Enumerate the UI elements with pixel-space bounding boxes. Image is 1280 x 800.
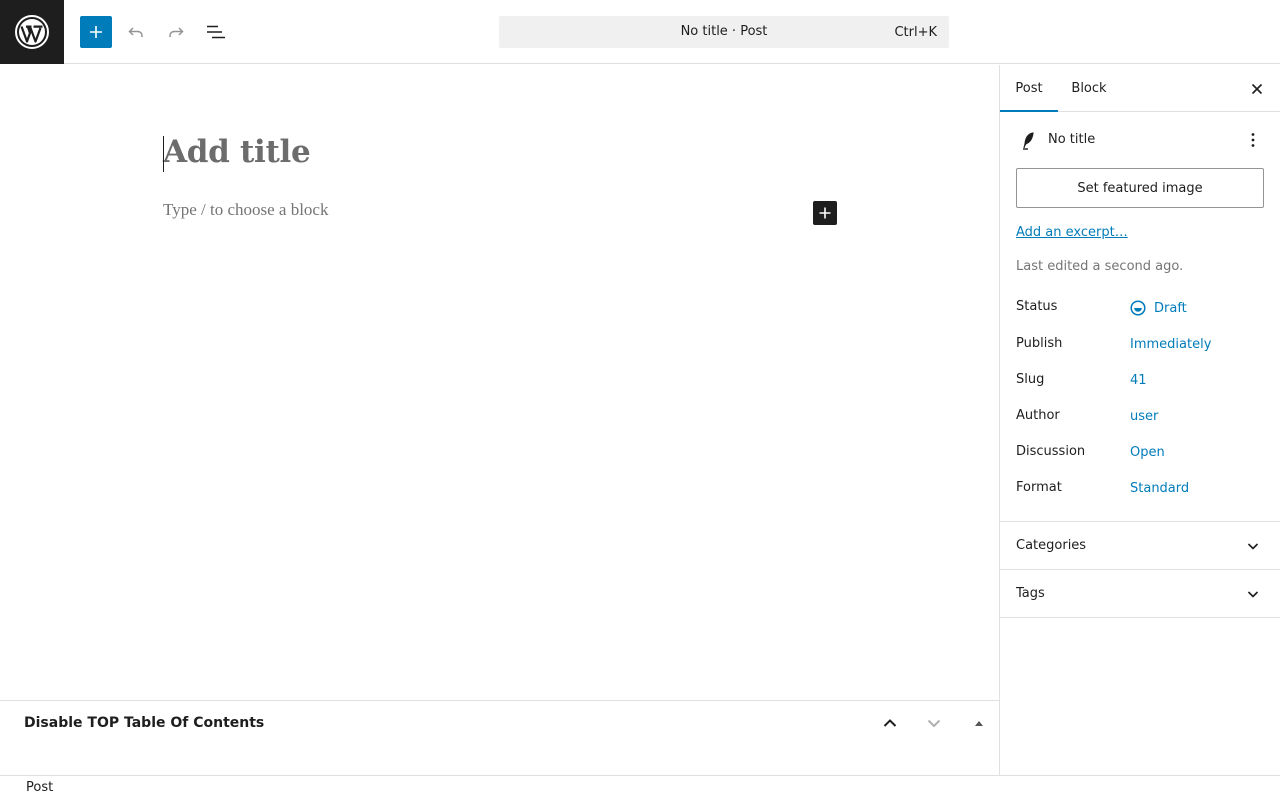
publish-date-toggle[interactable]: Immediately [1130,337,1211,352]
triangle-up-icon [975,721,983,726]
author-toggle[interactable]: user [1130,409,1158,424]
list-view-icon [207,25,225,39]
plus-icon [819,207,831,219]
toggle-panel-button[interactable] [967,711,991,735]
status-value: Draft [1154,300,1187,316]
default-block-appender[interactable]: Type / to choose a block [163,200,328,220]
status-row: Status Draft [1016,299,1266,323]
plus-icon [90,26,102,38]
wordpress-logo-button[interactable] [0,0,64,64]
command-center[interactable]: No title · Post Ctrl+K [499,16,949,48]
sidebar-tabs: Post Block [1000,65,1280,112]
publish-label: Publish [1016,336,1063,351]
chevron-up-icon [883,719,897,727]
breadcrumb[interactable]: Post [26,780,53,795]
close-settings-button[interactable] [1245,77,1269,101]
more-vertical-icon [1251,133,1255,147]
wordpress-logo-icon [15,15,49,49]
post-summary-panel: No title Set featured image Add an excer… [1000,112,1280,522]
tab-block[interactable]: Block [1058,65,1120,112]
author-label: Author [1016,408,1060,423]
format-row: Format Standard [1016,480,1266,504]
author-row: Author user [1016,408,1266,432]
tags-label: Tags [1016,586,1045,601]
chevron-down-icon [927,719,941,728]
format-label: Format [1016,480,1062,495]
command-center-shortcut: Ctrl+K [894,25,937,40]
discussion-row: Discussion Open [1016,444,1266,468]
undo-button[interactable] [120,16,152,48]
metabox-title: Disable TOP Table Of Contents [24,715,265,731]
settings-sidebar: Post Block No title Set featured image A… [999,65,1280,775]
editor-header: No title · Post Ctrl+K [0,0,1280,64]
redo-icon [169,27,184,37]
publish-row: Publish Immediately [1016,336,1266,360]
status-toggle[interactable]: Draft [1130,300,1187,316]
editor-canvas[interactable]: Add title Type / to choose a block [0,65,999,700]
feather-icon [1023,132,1034,150]
document-overview-button[interactable] [200,16,232,48]
categories-label: Categories [1016,538,1087,553]
discussion-label: Discussion [1016,444,1086,459]
move-down-button[interactable] [922,711,946,735]
post-card-title: No title [1048,132,1096,147]
slug-row: Slug 41 [1016,372,1266,396]
post-title-input[interactable]: Add title [163,134,311,170]
set-featured-image-button[interactable]: Set featured image [1016,168,1264,208]
redo-button[interactable] [160,16,192,48]
editor-footer: Post [0,775,1280,800]
metabox-panel: Disable TOP Table Of Contents [0,700,999,776]
chevron-down-icon [1247,591,1259,598]
last-edited-text: Last edited a second ago. [1016,259,1184,274]
undo-icon [128,27,143,37]
discussion-toggle[interactable]: Open [1130,445,1165,460]
status-label: Status [1016,299,1058,314]
post-actions-button[interactable] [1241,128,1265,152]
text-caret [163,136,164,172]
draft-status-icon [1130,300,1146,316]
add-excerpt-link[interactable]: Add an excerpt… [1016,225,1128,240]
slug-toggle[interactable]: 41 [1130,373,1147,388]
format-toggle[interactable]: Standard [1130,481,1189,496]
block-inserter-button[interactable] [80,16,112,48]
move-up-button[interactable] [878,711,902,735]
panel-categories[interactable]: Categories [1000,522,1280,570]
tab-post[interactable]: Post [1000,65,1058,112]
panel-tags[interactable]: Tags [1000,570,1280,618]
chevron-down-icon [1247,543,1259,550]
slug-label: Slug [1016,372,1045,387]
close-icon [1251,83,1263,95]
command-center-title: No title · Post [680,24,768,39]
inline-block-inserter-button[interactable] [813,201,837,225]
